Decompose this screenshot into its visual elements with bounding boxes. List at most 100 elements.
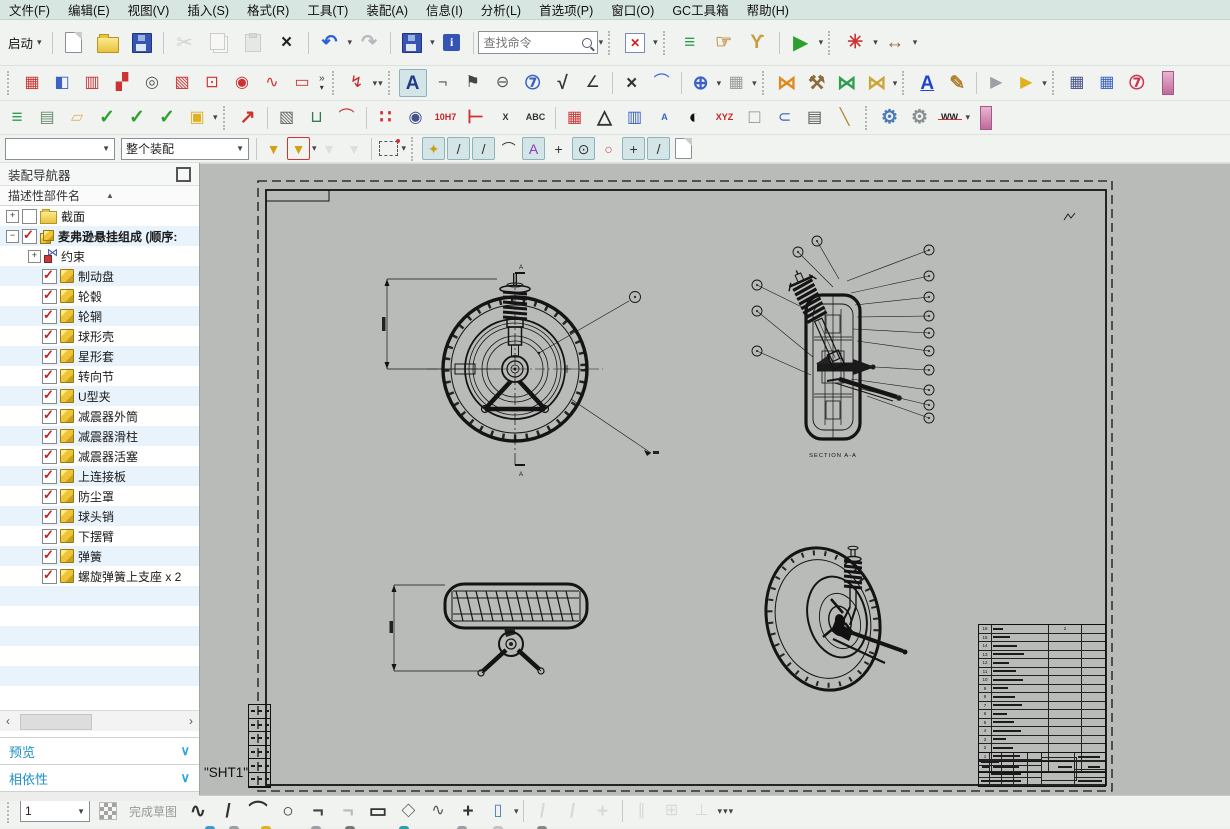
table-triangle-button[interactable]: ▥ (621, 104, 649, 132)
layer-list-button[interactable]: ▤ (33, 104, 61, 132)
polygon-tool-button[interactable]: □ (394, 797, 422, 825)
collapse-icon[interactable]: − (6, 229, 19, 243)
tree-item-球形壳[interactable]: 球形壳 (0, 326, 199, 346)
save-button[interactable] (126, 27, 158, 59)
studio-spline-button[interactable]: ∿ (424, 797, 452, 825)
preview-section-header[interactable]: 预览 ∨ (0, 737, 199, 764)
start-menu-button[interactable]: 启动 ▾ (2, 31, 48, 54)
snap-skew-toggle[interactable]: + (547, 137, 570, 160)
parallel-constraint-button[interactable]: ∥ (628, 797, 656, 825)
tree-item-U型夹[interactable]: U型夹 (0, 386, 199, 406)
fit-view-button[interactable] (619, 27, 651, 59)
visibility-checkbox[interactable] (42, 327, 57, 344)
dropdown-arrow-icon[interactable]: ▾ (653, 37, 658, 48)
toolbar-overflow[interactable]: » ▾ (319, 74, 325, 92)
constraint-dropdown[interactable]: ▾ (723, 806, 728, 817)
arc-boundary-button[interactable]: ⌒ (333, 104, 361, 132)
update-table-button[interactable]: ▦ (1093, 69, 1121, 97)
edit-text-button[interactable]: A (913, 69, 941, 97)
breakout-section-button[interactable]: ◉ (228, 69, 256, 97)
break-view-button[interactable]: ∿ (258, 69, 286, 97)
dropdown-arrow-icon[interactable]: ▾ (718, 806, 723, 817)
visibility-checkbox[interactable] (42, 387, 57, 404)
visibility-checkbox[interactable] (42, 467, 57, 484)
model-update-button[interactable]: ▶ (1012, 69, 1040, 97)
point-tool-button[interactable]: + (454, 797, 482, 825)
dimension-search-button[interactable]: ◉ (402, 104, 430, 132)
redo-button[interactable]: ↷ (353, 27, 385, 59)
abc-cube-button[interactable]: ▣ (183, 104, 211, 132)
menu-item-10[interactable]: 首选项(P) (530, 0, 602, 19)
menu-item-8[interactable]: 信息(I) (417, 0, 472, 19)
visibility-checkbox[interactable] (42, 527, 57, 544)
new-file-button[interactable] (58, 27, 90, 59)
dropdown-arrow-icon[interactable]: ▾ (819, 37, 824, 48)
new-sheet-button[interactable]: ▭ (288, 69, 316, 97)
quick-dimension-button[interactable]: / (529, 797, 557, 825)
detail-view-button[interactable]: ◎ (138, 69, 166, 97)
tree-column-header[interactable]: 描述性部件名 ▲ (0, 186, 199, 206)
visibility-checkbox[interactable] (22, 227, 37, 244)
menu-item-6[interactable]: 工具(T) (298, 0, 357, 19)
hammer-tool-button[interactable]: ⚒ (803, 69, 831, 97)
snap-arc-toggle[interactable]: ⌒ (497, 137, 520, 160)
sheet-combo[interactable]: 1 ▼ (20, 800, 90, 822)
tree-item-截面[interactable]: + 截面 (0, 206, 199, 226)
scrollbar-thumb[interactable] (20, 714, 92, 730)
menu-item-11[interactable]: 窗口(O) (602, 0, 663, 19)
rapid-dimension-button[interactable]: ↯ (343, 69, 371, 97)
view-orient-button[interactable]: ↗ (234, 104, 262, 132)
clipped-toolbar-button[interactable] (1153, 69, 1181, 97)
image-button[interactable]: ▦ (722, 69, 750, 97)
dropdown-arrow-icon[interactable]: ▾ (348, 37, 353, 48)
undo-button[interactable]: ↶ (314, 27, 346, 59)
open-file-button[interactable] (92, 27, 124, 59)
info-button[interactable] (436, 27, 468, 59)
link-feature-button[interactable]: ⋈ (863, 69, 891, 97)
snap-quadrant-toggle[interactable]: ○ (597, 137, 620, 160)
menu-item-13[interactable]: 帮助(H) (738, 0, 798, 19)
curve-note-button[interactable]: ⊂ (771, 104, 799, 132)
balance-symbol-button[interactable]: ◐ (681, 104, 709, 132)
drawing-canvas[interactable]: A A SECTION A-A 16 2 15 14 13 12 11 10 9… (200, 163, 1230, 795)
dropdown-arrow-icon[interactable]: ▾ (213, 112, 218, 123)
snap-center-toggle[interactable]: ⊙ (572, 137, 596, 160)
tree-item-轮毂[interactable]: 轮毂 (0, 286, 199, 306)
menu-item-4[interactable]: 插入(S) (178, 0, 238, 19)
find-command-input[interactable] (477, 31, 598, 54)
gray-model-play-button[interactable]: ▶ (982, 69, 1010, 97)
tree-item-制动盘[interactable]: 制动盘 (0, 266, 199, 286)
line-tool-button[interactable]: / (214, 797, 242, 825)
visibility-checkbox[interactable] (42, 407, 57, 424)
perpendicular-constraint-button[interactable]: ⊥ (688, 797, 716, 825)
visibility-checkbox[interactable] (42, 307, 57, 324)
section-cut-button[interactable]: ▧ (168, 69, 196, 97)
find-command-field[interactable] (481, 34, 582, 51)
dimension-edit-button[interactable]: ⊢ (462, 104, 490, 132)
visibility-checkbox[interactable] (42, 507, 57, 524)
groove-boundary-button[interactable]: ⊔ (303, 104, 331, 132)
delete-button[interactable]: × (271, 27, 303, 59)
dependencies-section-header[interactable]: 相依性 ∨ (0, 764, 199, 791)
half-section-button[interactable]: ⊡ (198, 69, 226, 97)
menu-item-3[interactable]: 视图(V) (119, 0, 179, 19)
layer-settings-button[interactable]: ≡ (674, 27, 706, 59)
horizontal-scrollbar[interactable]: ‹ › (0, 710, 199, 731)
dropdown-arrow-icon[interactable]: ▾ (373, 78, 378, 89)
projected-view-button[interactable]: ▥ (78, 69, 106, 97)
dropdown-arrow-icon[interactable]: ▾ (312, 143, 317, 154)
copy-button[interactable] (203, 27, 235, 59)
center-callout-button[interactable]: ⊖ (489, 69, 517, 97)
selection-filter-combo[interactable]: 整个装配 ▼ (121, 137, 249, 160)
note-button[interactable]: A (398, 69, 427, 97)
snap-midpoint-toggle[interactable]: / (472, 137, 496, 160)
triangle-symbol-button[interactable]: △ (591, 104, 619, 132)
tree-item-减震器外筒[interactable]: 减震器外筒 (0, 406, 199, 426)
circle-tool-button[interactable]: ○ (274, 797, 302, 825)
xyz-point-button[interactable]: XYZ (711, 104, 739, 132)
tree-item-减震器活塞[interactable]: 减震器活塞 (0, 446, 199, 466)
clipped-toolbar-button-2[interactable] (971, 104, 999, 132)
dropdown-arrow-icon[interactable]: ▾ (913, 37, 918, 48)
selection-filter-funnel-button[interactable]: ▼ (262, 137, 285, 160)
dropdown-arrow-icon[interactable]: ▾ (752, 78, 757, 89)
